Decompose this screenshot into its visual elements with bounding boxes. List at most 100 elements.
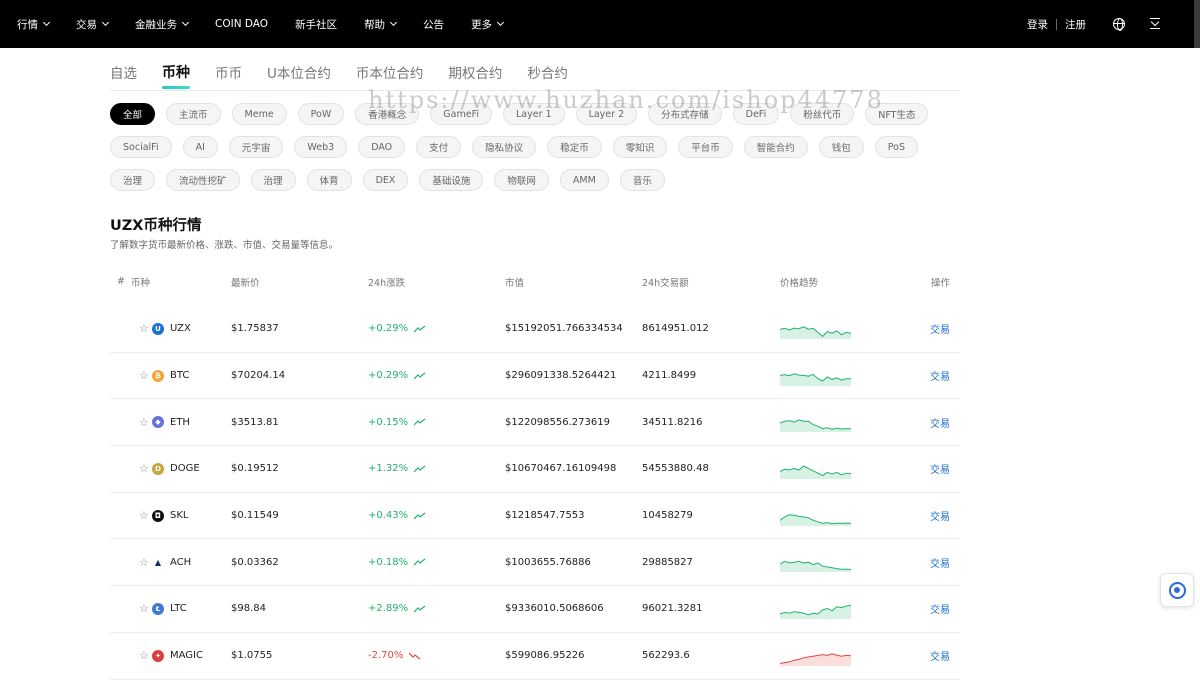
nav-item[interactable]: 更多 (471, 17, 505, 32)
tab[interactable]: 期权合约 (448, 62, 502, 90)
tab[interactable]: 币本位合约 (356, 62, 424, 90)
price-sparkline (780, 561, 852, 573)
category-chip[interactable]: PoS (874, 136, 918, 158)
favorite-star-icon[interactable]: ☆ (139, 556, 149, 569)
favorite-star-icon[interactable]: ☆ (139, 462, 149, 475)
nav-item[interactable]: 行情 (17, 17, 51, 32)
price-cell: $3513.81 (231, 416, 279, 428)
table-row[interactable]: ☆ Ł LTC $98.84 +2.89% $9336010.5068606 96021.3… (110, 586, 960, 633)
change-cell: +0.15% (368, 417, 505, 428)
category-chip[interactable]: 流动性挖矿 (166, 169, 240, 191)
category-chip[interactable]: 隐私协议 (472, 136, 537, 158)
category-chip[interactable]: 全部 (110, 103, 156, 125)
category-chip[interactable]: 零知识 (612, 136, 668, 158)
favorite-star-icon[interactable]: ☆ (139, 416, 149, 429)
tab[interactable]: 自选 (110, 62, 137, 90)
category-chip[interactable]: 平台币 (678, 136, 733, 158)
trade-link[interactable]: 交易 (930, 372, 950, 383)
category-chip[interactable]: NFT生态 (865, 103, 929, 125)
tab[interactable]: U本位合约 (267, 62, 331, 90)
nav-item[interactable]: COIN DAO (215, 18, 268, 30)
register-link[interactable]: 注册 (1065, 17, 1086, 32)
category-chip[interactable]: GameFi (430, 103, 492, 125)
category-chip[interactable]: Meme (231, 103, 287, 125)
favorite-star-icon[interactable]: ☆ (139, 509, 149, 522)
nav-item-label: 新手社区 (295, 18, 338, 31)
category-chip[interactable]: 物联网 (494, 169, 549, 191)
price-cell: $0.11549 (231, 510, 279, 522)
category-chip[interactable]: PoW (297, 103, 345, 125)
category-chip[interactable]: DAO (358, 136, 406, 158)
trade-link[interactable]: 交易 (930, 559, 950, 570)
globe-icon[interactable] (1113, 18, 1125, 31)
favorite-star-icon[interactable]: ☆ (139, 602, 149, 615)
nav-item-label: 行情 (17, 18, 38, 31)
trade-link[interactable]: 交易 (930, 652, 950, 663)
category-chip[interactable]: 支付 (416, 136, 462, 158)
table-row[interactable]: ☆ ✦ MAGIC $1.0755 -2.70% $599086.95226 562293.… (110, 633, 960, 680)
nav-item-label: 公告 (423, 18, 445, 31)
coin-logo-icon: ◆ (152, 416, 164, 429)
change-value: +1.32% (368, 463, 409, 475)
table-row[interactable]: ☆ ◘ SKL $0.11549 +0.43% $1218547.7553 10458279… (110, 493, 960, 540)
category-chip[interactable]: 粉丝代币 (790, 103, 855, 125)
category-chip[interactable]: AI (182, 136, 218, 158)
market-cap-cell: $10670467.16109498 (505, 463, 617, 475)
table-row[interactable]: ☆ ◆ ETH $3513.81 +0.15% $122098556.273619 3451… (110, 399, 960, 447)
nav-item[interactable]: 帮助 (364, 17, 398, 32)
category-chip[interactable]: 智能合约 (743, 136, 808, 158)
customer-service-button[interactable] (1160, 573, 1194, 607)
section-subtitle: 了解数字货币最新价格、涨跌、市值、交易量等信息。 (110, 240, 339, 251)
category-chip[interactable]: 基础设施 (419, 169, 484, 191)
table-row[interactable]: ☆ ▲ ACH $0.03362 +0.18% $1003655.76886 2988582… (110, 539, 960, 587)
table-row[interactable]: ☆ D DOGE $0.19512 +1.32% $10670467.16109498 54… (110, 446, 960, 493)
trade-link[interactable]: 交易 (930, 465, 950, 476)
download-icon[interactable] (1150, 18, 1162, 30)
price-cell: $98.84 (231, 603, 266, 615)
category-chip[interactable]: SocialFi (110, 136, 172, 158)
nav-item[interactable]: 公告 (423, 17, 444, 32)
category-chip[interactable]: 音乐 (619, 169, 665, 191)
category-chip[interactable]: AMM (559, 169, 609, 191)
trend-cell (780, 412, 915, 433)
category-chip[interactable]: Layer 2 (575, 103, 638, 125)
category-chip[interactable]: DEX (362, 169, 409, 191)
table-row[interactable]: ☆ ₿ BTC $70204.14 +0.29% $296091338.5264421 42… (110, 353, 960, 400)
table-row[interactable]: ☆ U UZX $1.75837 +0.29% $15192051.766334534 86… (110, 306, 960, 353)
favorite-star-icon[interactable]: ☆ (139, 369, 149, 382)
category-chip[interactable]: 主流币 (166, 103, 221, 125)
category-chip[interactable]: 分布式存储 (648, 103, 722, 125)
trend-up-icon (414, 558, 426, 566)
favorite-star-icon[interactable]: ☆ (139, 649, 149, 662)
tab[interactable]: 币币 (215, 62, 242, 90)
header-market-cap: 市值 (505, 277, 525, 289)
category-chip[interactable]: 治理 (250, 169, 296, 191)
tab[interactable]: 秒合约 (527, 62, 568, 90)
header-hash: # (117, 276, 125, 287)
category-chip[interactable]: 治理 (110, 169, 156, 191)
scrollbar[interactable] (1194, 0, 1200, 48)
chevron-down-icon (390, 18, 398, 27)
category-chip[interactable]: 香港概念 (355, 103, 420, 125)
nav-item[interactable]: 交易 (76, 17, 110, 32)
category-chip[interactable]: 元宇宙 (228, 136, 284, 158)
trade-link[interactable]: 交易 (930, 419, 950, 430)
nav-item[interactable]: 新手社区 (295, 17, 337, 32)
market-cap-cell: $122098556.273619 (505, 416, 610, 428)
coin-symbol: ACH (170, 556, 192, 568)
category-chip[interactable]: Layer 1 (503, 103, 565, 125)
category-chip[interactable]: 钱包 (818, 136, 864, 158)
category-chip[interactable]: 体育 (306, 169, 352, 191)
nav-item[interactable]: 金融业务 (135, 17, 190, 32)
trade-link[interactable]: 交易 (930, 325, 950, 336)
sparkline-area (780, 326, 851, 339)
favorite-star-icon[interactable]: ☆ (139, 322, 149, 335)
category-chip[interactable]: 稳定币 (547, 136, 602, 158)
category-chip[interactable]: DeFi (732, 103, 780, 125)
tab[interactable]: 币种 (162, 62, 190, 90)
login-link[interactable]: 登录 (1027, 17, 1048, 32)
trade-link[interactable]: 交易 (930, 605, 950, 616)
category-chip[interactable]: Web3 (294, 136, 348, 158)
trade-link[interactable]: 交易 (930, 512, 950, 523)
nav-item-label: COIN DAO (215, 18, 269, 30)
